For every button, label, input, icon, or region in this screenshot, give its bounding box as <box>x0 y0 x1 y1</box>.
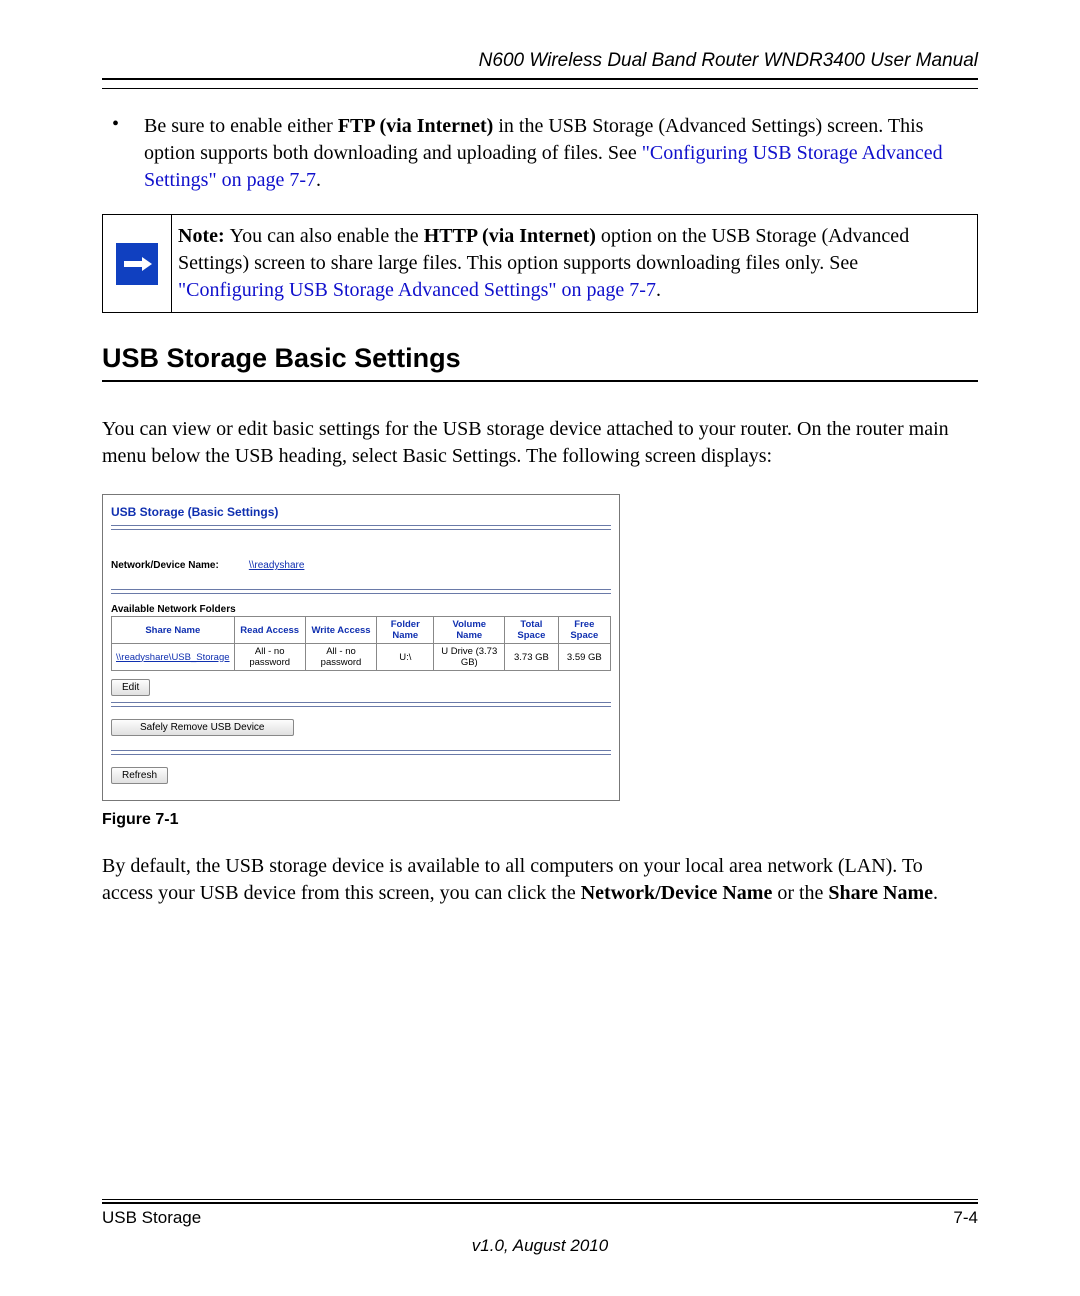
table-row: \\readyshare\USB_Storage All - no passwo… <box>112 644 611 671</box>
th-free: Free Space <box>558 617 610 644</box>
section-rule <box>102 380 978 382</box>
text: or the <box>772 882 828 904</box>
screenshot-title: USB Storage (Basic Settings) <box>111 505 611 523</box>
note-icon-cell <box>103 215 172 313</box>
embedded-screenshot: USB Storage (Basic Settings) Network/Dev… <box>102 494 620 801</box>
bullet-item: • Be sure to enable either FTP (via Inte… <box>102 113 978 194</box>
refresh-button[interactable]: Refresh <box>111 767 168 784</box>
cell-read: All - no password <box>234 644 305 671</box>
text: . <box>933 882 938 904</box>
figure-label: Figure 7-1 <box>102 811 978 829</box>
cross-ref-link[interactable]: "Configuring USB Storage Advanced Settin… <box>178 279 656 301</box>
text: . <box>656 279 661 301</box>
text-bold: Network/Device Name <box>581 882 773 904</box>
note-lead: Note: <box>178 225 230 247</box>
th-write: Write Access <box>305 617 376 644</box>
note-text: Note: You can also enable the HTTP (via … <box>172 215 978 313</box>
header-rule-thin <box>102 88 978 89</box>
cell-folder: U:\ <box>377 644 434 671</box>
cell-write: All - no password <box>305 644 376 671</box>
cell-total: 3.73 GB <box>505 644 559 671</box>
field-label: Network/Device Name: <box>111 560 219 571</box>
cell-free: 3.59 GB <box>558 644 610 671</box>
footer-chapter: USB Storage <box>102 1208 201 1228</box>
folders-subheading: Available Network Folders <box>111 602 611 616</box>
divider <box>111 706 611 707</box>
th-volume: Volume Name <box>434 617 505 644</box>
page-footer: USB Storage 7-4 v1.0, August 2010 <box>102 1199 978 1256</box>
share-name-link[interactable]: \\readyshare\USB_Storage <box>112 644 235 671</box>
divider <box>111 702 611 703</box>
table-header-row: Share Name Read Access Write Access Fold… <box>112 617 611 644</box>
text: . <box>316 169 321 191</box>
text: Be sure to enable either <box>144 115 338 137</box>
footer-rule-thin <box>102 1199 978 1200</box>
intro-paragraph: You can view or edit basic settings for … <box>102 416 978 470</box>
divider <box>111 529 611 530</box>
divider <box>111 750 611 751</box>
divider <box>111 593 611 594</box>
edit-button[interactable]: Edit <box>111 679 150 696</box>
paragraph: By default, the USB storage device is av… <box>102 853 978 907</box>
divider <box>111 754 611 755</box>
text: You can also enable the <box>230 225 424 247</box>
folders-table: Share Name Read Access Write Access Fold… <box>111 616 611 671</box>
network-device-row: Network/Device Name: \\readyshare <box>111 552 611 587</box>
bullet-text: Be sure to enable either FTP (via Intern… <box>144 113 978 194</box>
divider <box>111 589 611 590</box>
bullet-marker: • <box>102 113 144 194</box>
page-number: 7-4 <box>953 1208 978 1228</box>
th-folder: Folder Name <box>377 617 434 644</box>
text-bold: FTP (via Internet) <box>338 115 494 137</box>
cell-volume: U Drive (3.73 GB) <box>434 644 505 671</box>
header-rule-thick <box>102 78 978 80</box>
section-heading: USB Storage Basic Settings <box>102 343 978 374</box>
th-read: Read Access <box>234 617 305 644</box>
text-bold: HTTP (via Internet) <box>424 225 596 247</box>
page-header: N600 Wireless Dual Band Router WNDR3400 … <box>102 50 978 78</box>
text-bold: Share Name <box>828 882 933 904</box>
network-device-name-link[interactable]: \\readyshare <box>249 560 305 571</box>
th-share: Share Name <box>112 617 235 644</box>
divider <box>111 525 611 526</box>
th-total: Total Space <box>505 617 559 644</box>
arrow-right-icon <box>116 243 158 285</box>
note-box: Note: You can also enable the HTTP (via … <box>102 214 978 313</box>
safely-remove-button[interactable]: Safely Remove USB Device <box>111 719 294 736</box>
version-line: v1.0, August 2010 <box>102 1228 978 1256</box>
